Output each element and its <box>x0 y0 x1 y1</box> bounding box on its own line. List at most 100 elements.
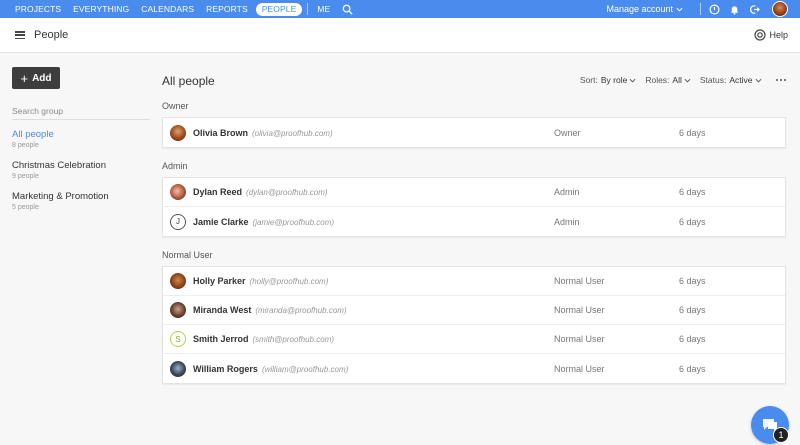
chevron-down-icon <box>755 78 761 82</box>
more-options-icon[interactable] <box>775 78 786 82</box>
avatar: S <box>170 331 186 347</box>
status-value: Active <box>729 75 753 85</box>
chevron-down-icon <box>629 78 636 82</box>
roles-label: Roles: <box>645 75 670 85</box>
person-role: Admin <box>554 216 580 227</box>
avatar <box>170 360 186 377</box>
person-name[interactable]: Dylan Reed <box>193 187 242 197</box>
search-icon[interactable] <box>340 2 354 16</box>
list-title: All people <box>162 74 215 88</box>
person-row[interactable]: J Jamie Clarke (jamie@proofhub.com) Admin… <box>163 207 785 236</box>
person-name[interactable]: Miranda West <box>193 305 251 315</box>
sort-label: Sort: <box>579 75 598 85</box>
person-role: Normal User <box>554 334 605 344</box>
group-count: 5 people <box>12 204 39 211</box>
nav-divider <box>700 3 701 15</box>
add-button[interactable]: + Add <box>12 67 60 89</box>
nav-me[interactable]: ME <box>311 0 336 18</box>
person-name[interactable]: Holly Parker <box>193 276 246 286</box>
section-label-admin: Admin <box>162 161 188 171</box>
group-count: 8 people <box>12 142 39 149</box>
nav-everything[interactable]: EVERYTHING <box>67 0 135 18</box>
sort-value: By role <box>600 75 628 85</box>
help-button[interactable]: Help <box>754 29 788 41</box>
status-filter[interactable]: Status: Active <box>700 75 762 85</box>
avatar <box>170 184 186 200</box>
menu-icon[interactable] <box>15 31 25 39</box>
bell-icon[interactable] <box>724 0 744 18</box>
add-button-label: Add <box>32 72 52 84</box>
person-row[interactable]: Olivia Brown (olivia@proofhub.com) Owner … <box>163 118 785 147</box>
timer-icon[interactable] <box>704 0 724 18</box>
person-role: Normal User <box>554 363 605 374</box>
manage-account-label: Manage account <box>606 4 673 14</box>
person-email: (miranda@proofhub.com) <box>255 306 347 315</box>
chevron-down-icon <box>676 7 683 12</box>
person-name[interactable]: Jamie Clarke <box>193 217 249 227</box>
person-last-active: 6 days <box>679 127 706 138</box>
avatar <box>170 302 186 318</box>
person-row[interactable]: William Rogers (william@proofhub.com) Nor… <box>163 354 785 383</box>
nav-calendars[interactable]: CALENDARS <box>135 0 200 18</box>
nav-projects[interactable]: PROJECTS <box>9 0 67 18</box>
group-name: Marketing & Promotion <box>12 191 109 202</box>
sort-filter[interactable]: Sort: By role <box>580 75 636 85</box>
filters-bar: Sort: By role Roles: All Status: Active <box>571 75 786 85</box>
logout-icon[interactable] <box>744 0 764 18</box>
person-role: Normal User <box>554 276 605 286</box>
person-last-active: 6 days <box>679 363 706 374</box>
normal-user-list: Holly Parker (holly@proofhub.com) Normal … <box>162 266 786 384</box>
avatar <box>170 124 186 141</box>
person-row[interactable]: S Smith Jerrod (smith@proofhub.com) Norma… <box>163 325 785 354</box>
group-name: Christmas Celebration <box>12 160 106 171</box>
lifebuoy-icon <box>754 29 767 41</box>
person-name[interactable]: Smith Jerrod <box>193 334 249 344</box>
person-email: (olivia@proofhub.com) <box>252 128 333 138</box>
group-all-people[interactable]: All people 8 people <box>12 129 54 149</box>
person-row[interactable]: Miranda West (miranda@proofhub.com) Norma… <box>163 296 785 325</box>
page-header: People Help <box>0 18 800 53</box>
page-title: People <box>34 29 69 41</box>
person-email: (dylan@proofhub.com) <box>246 188 328 197</box>
person-last-active: 6 days <box>679 276 706 286</box>
owner-list: Olivia Brown (olivia@proofhub.com) Owner … <box>162 117 786 148</box>
nav-reports[interactable]: REPORTS <box>200 0 254 18</box>
roles-value: All <box>672 75 682 85</box>
admin-list: Dylan Reed (dylan@proofhub.com) Admin 6 d… <box>162 177 786 237</box>
group-marketing-promotion[interactable]: Marketing & Promotion 5 people <box>12 191 109 211</box>
person-row[interactable]: Dylan Reed (dylan@proofhub.com) Admin 6 d… <box>163 178 785 207</box>
avatar <box>170 273 186 289</box>
person-name[interactable]: William Rogers <box>193 364 258 374</box>
chevron-down-icon <box>684 78 691 82</box>
nav-divider <box>307 3 309 15</box>
person-last-active: 6 days <box>679 216 706 227</box>
chat-notification-badge: 1 <box>773 427 789 443</box>
status-label: Status: <box>699 75 727 85</box>
person-last-active: 6 days <box>679 305 706 315</box>
person-email: (jamie@proofhub.com) <box>252 217 335 227</box>
user-avatar[interactable] <box>772 1 788 17</box>
group-count: 9 people <box>12 173 39 180</box>
plus-icon: + <box>20 70 29 86</box>
group-name: All people <box>12 129 54 140</box>
person-role: Owner <box>554 127 581 138</box>
person-row[interactable]: Holly Parker (holly@proofhub.com) Normal … <box>163 267 785 296</box>
person-email: (smith@proofhub.com) <box>252 335 334 344</box>
sidebar: + Add All people 8 people Christmas Cele… <box>0 54 160 445</box>
nav-people[interactable]: PEOPLE <box>255 2 303 16</box>
person-role: Normal User <box>554 305 605 315</box>
person-last-active: 6 days <box>679 334 706 344</box>
person-last-active: 6 days <box>679 187 706 197</box>
avatar: J <box>170 213 186 230</box>
group-christmas-celebration[interactable]: Christmas Celebration 9 people <box>12 160 106 180</box>
search-group-input[interactable] <box>12 102 150 120</box>
section-label-owner: Owner <box>162 101 189 111</box>
person-role: Admin <box>554 187 580 197</box>
person-email: (william@proofhub.com) <box>261 364 349 374</box>
person-email: (holly@proofhub.com) <box>249 277 329 286</box>
manage-account-menu[interactable]: Manage account <box>606 4 683 14</box>
roles-filter[interactable]: Roles: All <box>645 75 691 85</box>
section-label-normal-user: Normal User <box>162 250 213 260</box>
top-navigation-bar: PROJECTS EVERYTHING CALENDARS REPORTS PE… <box>0 0 800 18</box>
person-name[interactable]: Olivia Brown <box>193 128 248 138</box>
